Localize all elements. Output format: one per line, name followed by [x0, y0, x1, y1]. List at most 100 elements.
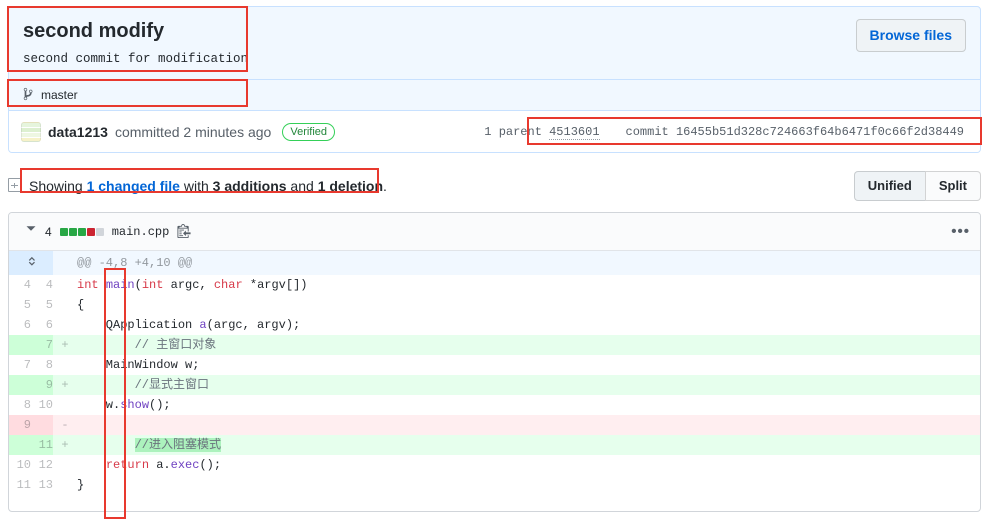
commit-label: commit: [625, 124, 669, 139]
showing-middle: with: [179, 178, 213, 194]
diff-row-del: 9-: [9, 415, 980, 435]
line-number-old[interactable]: 10: [9, 455, 31, 475]
line-number-old[interactable]: 7: [9, 355, 31, 375]
diff-row-hunk: @@ -4,8 +4,10 @@: [9, 251, 980, 275]
commit-message-block: second modify second commit for modifica…: [23, 19, 248, 67]
diff-marker: [53, 355, 77, 375]
line-number-new[interactable]: [31, 415, 53, 435]
line-number-new[interactable]: 9: [31, 375, 53, 395]
author-name[interactable]: data1213: [48, 124, 108, 140]
line-number-new[interactable]: 10: [31, 395, 53, 415]
line-number-old[interactable]: [9, 435, 31, 455]
diffstat-square-del: [86, 227, 95, 236]
commit-group: commit 16455b51d328c724663f64b6471f0c66f…: [626, 125, 964, 139]
parent-label: 1 parent: [484, 124, 542, 139]
line-number-old[interactable]: [9, 375, 31, 395]
additions-count: 3 additions: [212, 178, 287, 194]
diff-marker: [53, 395, 77, 415]
changed-files-link[interactable]: 1 changed file: [87, 178, 180, 194]
commit-header-card: second modify second commit for modifica…: [8, 6, 981, 153]
line-number-old[interactable]: 11: [9, 475, 31, 495]
diff-marker: [53, 295, 77, 315]
split-view-button[interactable]: Split: [924, 171, 981, 201]
diff-code-line: int main(int argc, char *argv[]): [77, 278, 308, 292]
diff-row-context: 8 10 w.show();: [9, 395, 980, 415]
kebab-horizontal-icon[interactable]: •••: [951, 223, 970, 240]
diff-code-line: MainWindow w;: [77, 358, 200, 372]
line-number-new[interactable]: 13: [31, 475, 53, 495]
diff-row-add: 9 + //显式主窗口: [9, 375, 980, 395]
diff-marker: [53, 455, 77, 475]
line-number-old[interactable]: 5: [9, 295, 31, 315]
hunk-header: @@ -4,8 +4,10 @@: [77, 251, 980, 275]
diff-code-line: //显式主窗口: [77, 375, 980, 395]
diff-marker: [53, 315, 77, 335]
diff-row-add: 7 + // 主窗口对象: [9, 335, 980, 355]
diff-table: @@ -4,8 +4,10 @@ 4 4 int main(int argc, cha…: [9, 251, 980, 495]
branch-name[interactable]: master: [41, 88, 78, 102]
avatar[interactable]: [21, 121, 41, 142]
line-number-new[interactable]: 6: [31, 315, 53, 335]
line-number-new[interactable]: 11: [31, 435, 53, 455]
commit-title: second modify: [23, 20, 165, 42]
line-number-old[interactable]: 9: [9, 415, 31, 435]
line-number-old[interactable]: 6: [9, 315, 31, 335]
diff-row-context: 4 4 int main(int argc, char *argv[]): [9, 275, 980, 295]
diffstat-bar: [59, 227, 104, 236]
git-branch-icon: [23, 87, 35, 104]
line-number-old[interactable]: 4: [9, 275, 31, 295]
showing-suffix: .: [383, 178, 387, 194]
line-number-new[interactable]: 7: [31, 335, 53, 355]
line-number-new[interactable]: 8: [31, 355, 53, 375]
showing-prefix: Showing: [29, 178, 87, 194]
verified-badge[interactable]: Verified: [282, 122, 336, 141]
diff-code-line: // 主窗口对象: [77, 335, 980, 355]
copy-path-icon[interactable]: [177, 223, 191, 241]
diff-row-context: 5 5 {: [9, 295, 980, 315]
line-number-new[interactable]: 4: [31, 275, 53, 295]
diff-marker: [53, 475, 77, 495]
diff-code-line: {: [77, 298, 85, 312]
diffstat-square-add: [68, 227, 77, 236]
chevron-down-icon[interactable]: [25, 224, 37, 239]
diff-code-line: //进入阻塞模式: [77, 435, 980, 455]
diff-file-icon: [8, 177, 22, 196]
showing-conjunction: and: [286, 178, 318, 194]
diff-row-context: 10 12 return a.exec();: [9, 455, 980, 475]
browse-files-button[interactable]: Browse files: [855, 19, 966, 52]
diffstat-square-add: [59, 227, 68, 236]
unified-view-button[interactable]: Unified: [853, 171, 925, 201]
file-change-count: 4: [45, 224, 52, 239]
commit-sha-block: 1 parent 4513601 commit 16455b51d328c724…: [478, 122, 970, 142]
parent-sha[interactable]: 4513601: [549, 124, 600, 140]
diff-row-context: 11 13}: [9, 475, 980, 495]
diff-marker: [53, 275, 77, 295]
unfold-icon[interactable]: [9, 251, 53, 275]
line-number-new[interactable]: 12: [31, 455, 53, 475]
diff-marker: -: [53, 415, 77, 435]
file-diff-header: 4 main.cpp •••: [9, 213, 980, 251]
commit-page: second modify second commit for modifica…: [0, 0, 989, 519]
file-diff-header-left: 4 main.cpp: [25, 223, 191, 241]
line-number-old[interactable]: [9, 335, 31, 355]
diff-marker: [53, 251, 77, 275]
diff-view-toggle: Unified Split: [853, 171, 981, 201]
diff-code-line: return a.exec();: [105, 458, 222, 472]
commit-meta-row: data1213 committed 2 minutes ago Verifie…: [9, 110, 980, 152]
file-name[interactable]: main.cpp: [112, 225, 170, 239]
diff-row-context: 66 QApplication a(argc, argv);: [9, 315, 980, 335]
branch-row: master: [9, 79, 980, 110]
diff-marker: +: [53, 375, 77, 395]
line-number-old[interactable]: 8: [9, 395, 31, 415]
line-number-new[interactable]: 5: [31, 295, 53, 315]
diff-code-line: QApplication a(argc, argv);: [77, 318, 301, 332]
diffstat-square-neu: [95, 227, 104, 236]
diff-summary-bar: Showing 1 changed file with 3 additions …: [8, 166, 981, 206]
diffstat-square-add: [77, 227, 86, 236]
deletions-count: 1 deletion: [317, 178, 384, 194]
diff-marker: +: [53, 435, 77, 455]
commit-title-area: second modify second commit for modifica…: [9, 7, 980, 79]
commit-sha[interactable]: 16455b51d328c724663f64b6471f0c66f2d38449: [676, 125, 964, 139]
diff-summary-text: Showing 1 changed file with 3 additions …: [29, 178, 387, 194]
diff-summary-left: Showing 1 changed file with 3 additions …: [8, 177, 387, 196]
